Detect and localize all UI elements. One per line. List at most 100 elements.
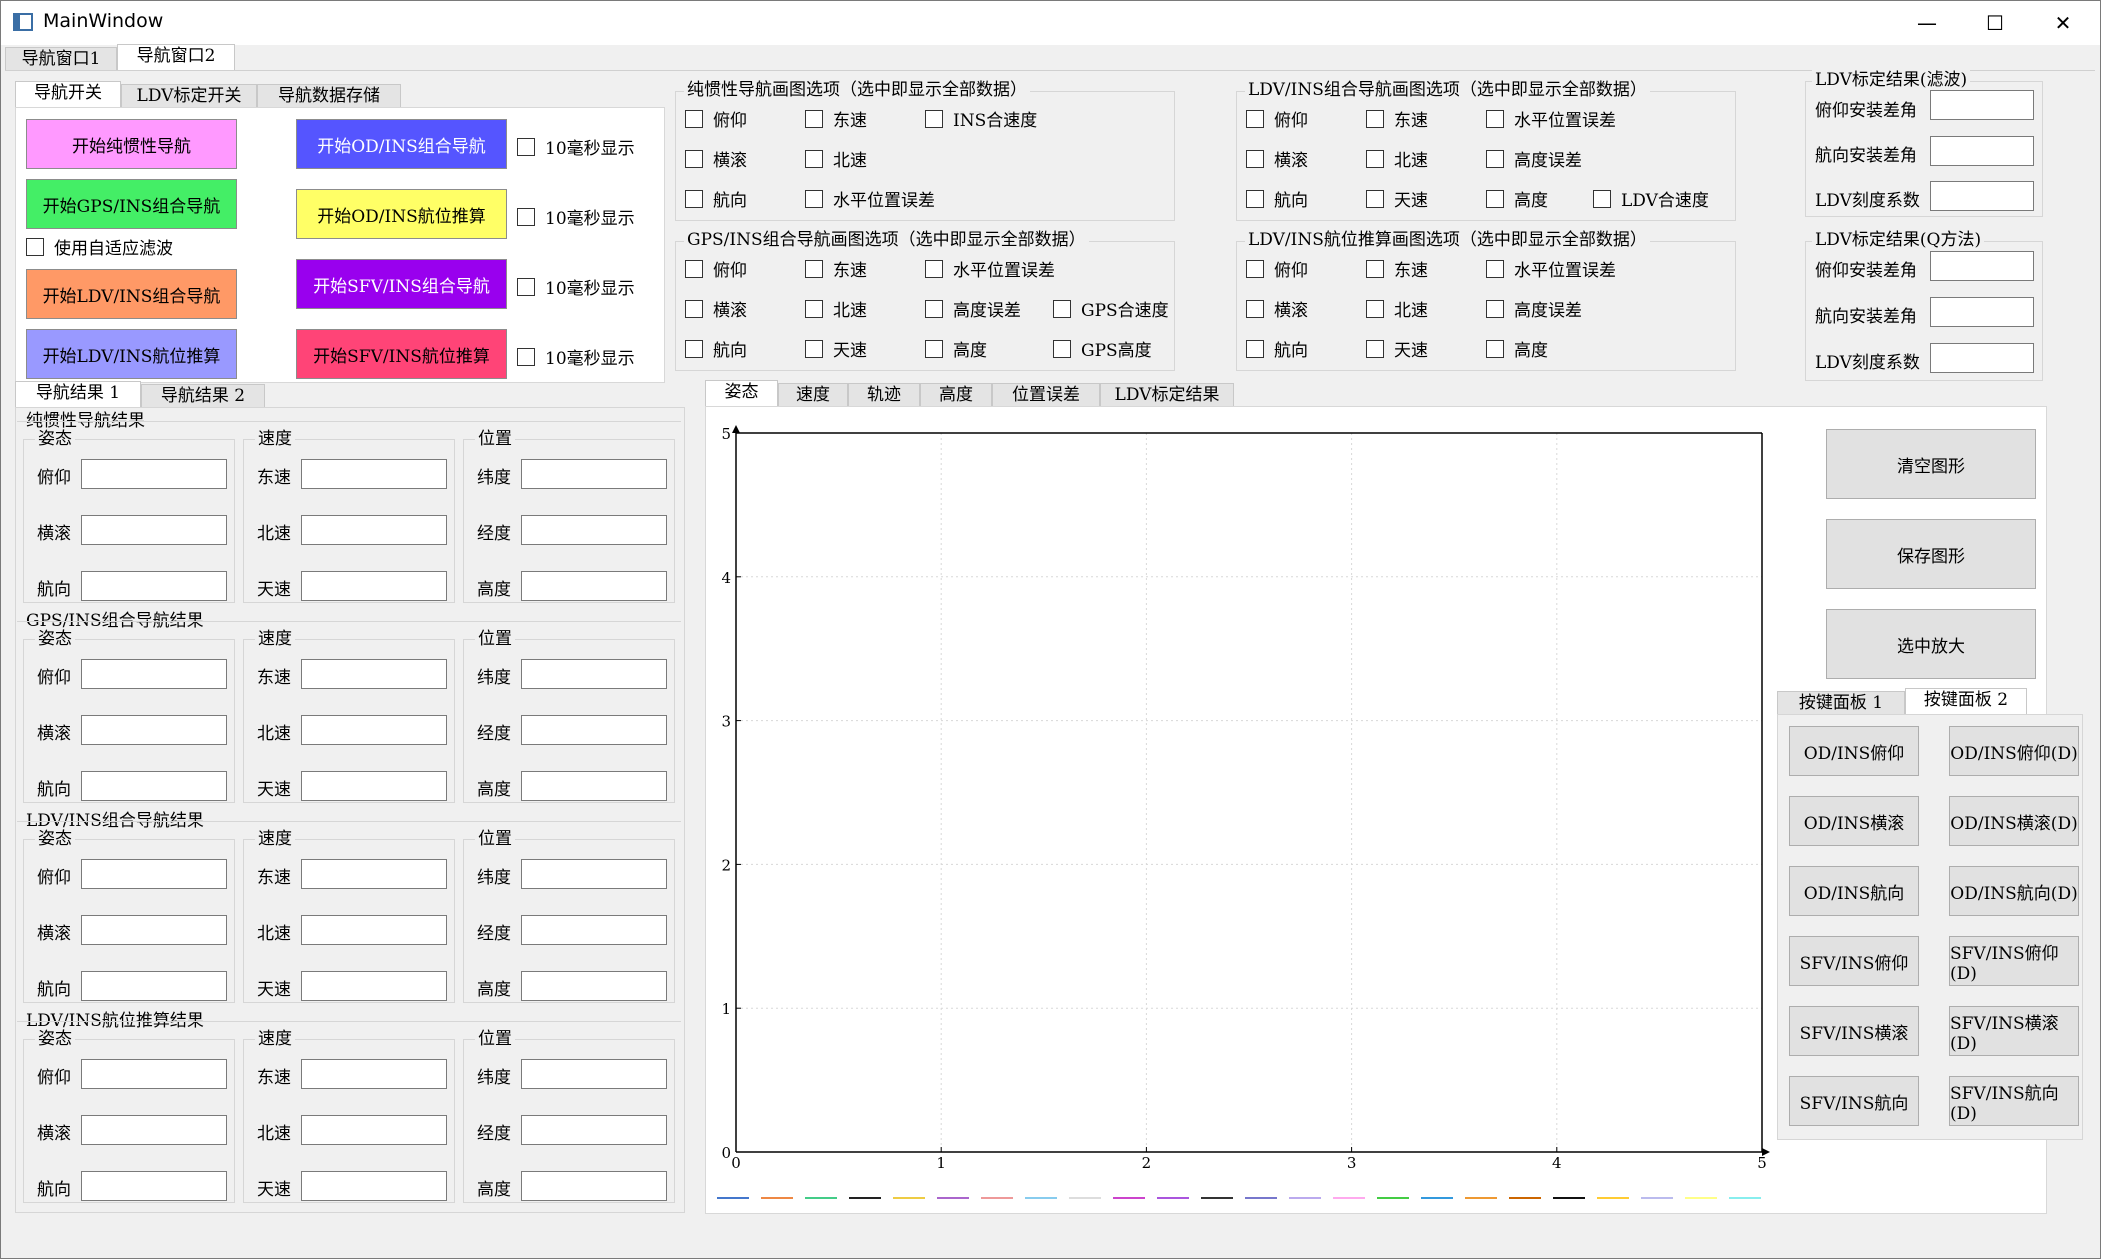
key-button[interactable]: SFV/INS航向(D) bbox=[1949, 1076, 2079, 1126]
result-field-input[interactable] bbox=[301, 915, 447, 945]
start-od-ins-button[interactable]: 开始OD/INS组合导航 bbox=[296, 119, 507, 169]
key-button[interactable]: SFV/INS横滚(D) bbox=[1949, 1006, 2079, 1056]
plot-option-checkbox[interactable]: 天速 bbox=[805, 336, 867, 361]
plot-option-checkbox[interactable]: 高度 bbox=[925, 336, 987, 361]
result-field-input[interactable] bbox=[521, 571, 667, 601]
result-field-input[interactable] bbox=[521, 459, 667, 489]
plot-option-checkbox[interactable]: LDV合速度 bbox=[1593, 186, 1709, 211]
start-ldv-dr-button[interactable]: 开始LDV/INS航位推算 bbox=[26, 329, 237, 379]
result-field-input[interactable] bbox=[521, 1059, 667, 1089]
result-field-input[interactable] bbox=[81, 459, 227, 489]
result-field-input[interactable] bbox=[301, 1171, 447, 1201]
result-field-input[interactable] bbox=[81, 915, 227, 945]
plot-option-checkbox[interactable]: 俯仰 bbox=[1246, 106, 1308, 131]
plot-option-checkbox[interactable]: 水平位置误差 bbox=[925, 256, 1055, 281]
close-icon[interactable]: ✕ bbox=[2031, 1, 2095, 45]
tab-nav-data-storage[interactable]: 导航数据存储 bbox=[257, 84, 401, 108]
result-field-input[interactable] bbox=[521, 515, 667, 545]
plot-option-checkbox[interactable]: 横滚 bbox=[1246, 296, 1308, 321]
plot-option-checkbox[interactable]: 高度 bbox=[1486, 186, 1548, 211]
save-plot-button[interactable]: 保存图形 bbox=[1826, 519, 2036, 589]
plot-option-checkbox[interactable]: 东速 bbox=[1366, 106, 1428, 131]
plot-option-checkbox[interactable]: 高度误差 bbox=[925, 296, 1021, 321]
key-button[interactable]: OD/INS航向 bbox=[1789, 866, 1919, 916]
result-field-input[interactable] bbox=[81, 859, 227, 889]
result-field-input[interactable] bbox=[81, 771, 227, 801]
calib-q-scale-input[interactable] bbox=[1930, 343, 2034, 373]
result-field-input[interactable] bbox=[301, 659, 447, 689]
ms10-checkbox-1[interactable]: 10毫秒显示 bbox=[517, 134, 635, 159]
plot-option-checkbox[interactable]: 高度 bbox=[1486, 336, 1548, 361]
plot-option-checkbox[interactable]: 高度误差 bbox=[1486, 296, 1582, 321]
calib-pitch-input[interactable] bbox=[1930, 90, 2034, 120]
plot-option-checkbox[interactable]: GPS高度 bbox=[1053, 336, 1152, 361]
plot-option-checkbox[interactable]: GPS合速度 bbox=[1053, 296, 1169, 321]
plot-option-checkbox[interactable]: 水平位置误差 bbox=[1486, 256, 1616, 281]
plot-option-checkbox[interactable]: 天速 bbox=[1366, 336, 1428, 361]
tab-key-panel-1[interactable]: 按键面板 1 bbox=[1777, 691, 1905, 715]
minimize-icon[interactable]: — bbox=[1895, 1, 1959, 45]
tab-nav-result-2[interactable]: 导航结果 2 bbox=[141, 384, 265, 408]
result-field-input[interactable] bbox=[521, 971, 667, 1001]
key-button[interactable]: SFV/INS俯仰(D) bbox=[1949, 936, 2079, 986]
maximize-icon[interactable]: ☐ bbox=[1963, 1, 2027, 45]
plot-option-checkbox[interactable]: 航向 bbox=[685, 186, 747, 211]
key-button[interactable]: SFV/INS横滚 bbox=[1789, 1006, 1919, 1056]
tab-nav-window-2[interactable]: 导航窗口2 bbox=[117, 44, 235, 71]
plot-option-checkbox[interactable]: 北速 bbox=[1366, 296, 1428, 321]
result-field-input[interactable] bbox=[81, 1115, 227, 1145]
key-button[interactable]: OD/INS俯仰 bbox=[1789, 726, 1919, 776]
result-field-input[interactable] bbox=[301, 971, 447, 1001]
tab-key-panel-2[interactable]: 按键面板 2 bbox=[1905, 688, 2027, 715]
start-sfv-ins-button[interactable]: 开始SFV/INS组合导航 bbox=[296, 259, 507, 309]
result-field-input[interactable] bbox=[521, 1115, 667, 1145]
key-button[interactable]: OD/INS俯仰(D) bbox=[1949, 726, 2079, 776]
calib-scale-input[interactable] bbox=[1930, 181, 2034, 211]
result-field-input[interactable] bbox=[81, 659, 227, 689]
start-pure-ins-button[interactable]: 开始纯惯性导航 bbox=[26, 119, 237, 169]
result-field-input[interactable] bbox=[81, 715, 227, 745]
plot-option-checkbox[interactable]: 北速 bbox=[805, 146, 867, 171]
result-field-input[interactable] bbox=[301, 859, 447, 889]
result-field-input[interactable] bbox=[81, 571, 227, 601]
key-button[interactable]: SFV/INS俯仰 bbox=[1789, 936, 1919, 986]
plot-option-checkbox[interactable]: 高度误差 bbox=[1486, 146, 1582, 171]
plot-option-checkbox[interactable]: 航向 bbox=[1246, 186, 1308, 211]
plot-option-checkbox[interactable]: 俯仰 bbox=[685, 106, 747, 131]
key-button[interactable]: SFV/INS航向 bbox=[1789, 1076, 1919, 1126]
tab-plot-trajectory[interactable]: 轨迹 bbox=[848, 383, 920, 407]
tab-ldv-calib-switch[interactable]: LDV标定开关 bbox=[121, 84, 257, 108]
result-field-input[interactable] bbox=[301, 771, 447, 801]
plot-option-checkbox[interactable]: 东速 bbox=[805, 256, 867, 281]
plot-option-checkbox[interactable]: 航向 bbox=[685, 336, 747, 361]
start-ldv-ins-button[interactable]: 开始LDV/INS组合导航 bbox=[26, 269, 237, 319]
attitude-chart[interactable]: 0 1 2 3 4 5 0 1 2 3 4 5 bbox=[705, 406, 1785, 1212]
result-field-input[interactable] bbox=[301, 459, 447, 489]
result-field-input[interactable] bbox=[301, 1115, 447, 1145]
result-field-input[interactable] bbox=[521, 659, 667, 689]
tab-plot-attitude[interactable]: 姿态 bbox=[705, 380, 778, 407]
ms10-checkbox-4[interactable]: 10毫秒显示 bbox=[517, 344, 635, 369]
tab-plot-altitude[interactable]: 高度 bbox=[920, 383, 992, 407]
key-button[interactable]: OD/INS横滚 bbox=[1789, 796, 1919, 846]
result-field-input[interactable] bbox=[301, 515, 447, 545]
zoom-selection-button[interactable]: 选中放大 bbox=[1826, 609, 2036, 679]
result-field-input[interactable] bbox=[301, 571, 447, 601]
plot-option-checkbox[interactable]: 横滚 bbox=[685, 146, 747, 171]
tab-plot-ldv-calib[interactable]: LDV标定结果 bbox=[1100, 383, 1234, 407]
tab-nav-window-1[interactable]: 导航窗口1 bbox=[5, 47, 117, 71]
plot-option-checkbox[interactable]: 俯仰 bbox=[1246, 256, 1308, 281]
result-field-input[interactable] bbox=[81, 971, 227, 1001]
result-field-input[interactable] bbox=[521, 715, 667, 745]
plot-option-checkbox[interactable]: 天速 bbox=[1366, 186, 1428, 211]
tab-nav-result-1[interactable]: 导航结果 1 bbox=[15, 381, 141, 408]
plot-option-checkbox[interactable]: INS合速度 bbox=[925, 106, 1037, 131]
result-field-input[interactable] bbox=[521, 859, 667, 889]
key-button[interactable]: OD/INS航向(D) bbox=[1949, 866, 2079, 916]
calib-q-heading-input[interactable] bbox=[1930, 297, 2034, 327]
result-field-input[interactable] bbox=[521, 771, 667, 801]
plot-option-checkbox[interactable]: 东速 bbox=[805, 106, 867, 131]
result-field-input[interactable] bbox=[81, 1059, 227, 1089]
tab-plot-position-error[interactable]: 位置误差 bbox=[992, 383, 1100, 407]
plot-option-checkbox[interactable]: 横滚 bbox=[1246, 146, 1308, 171]
